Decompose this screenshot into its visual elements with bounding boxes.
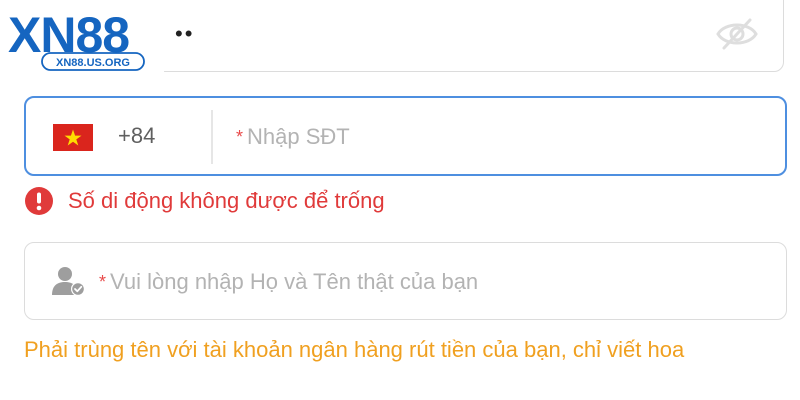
phone-required-mark: *: [236, 127, 244, 147]
logo-url-text: XN88.US.ORG: [56, 57, 130, 69]
fullname-hint: Phải trùng tên với tài khoản ngân hàng r…: [24, 337, 685, 362]
vietnam-flag-icon: [53, 124, 93, 151]
phone-field[interactable]: +84 *: [24, 96, 787, 176]
fullname-required-mark: *: [99, 272, 107, 292]
exclamation-circle-icon: [25, 187, 53, 215]
user-check-icon: [52, 267, 85, 296]
fullname-field[interactable]: *: [24, 242, 787, 320]
country-code[interactable]: +84: [118, 125, 155, 147]
phone-error: Số di động không được để trống: [24, 186, 385, 216]
phone-error-message: Số di động không được để trống: [68, 188, 385, 213]
eye-slash-icon[interactable]: [715, 17, 759, 51]
fullname-input-wrapper: *: [99, 269, 766, 295]
phone-divider: [211, 110, 213, 164]
xn88-logo: XN88 XN88.US.ORG: [0, 0, 174, 80]
fullname-input[interactable]: [110, 269, 766, 295]
phone-input-wrapper: *: [236, 124, 765, 150]
phone-input[interactable]: [247, 124, 765, 150]
